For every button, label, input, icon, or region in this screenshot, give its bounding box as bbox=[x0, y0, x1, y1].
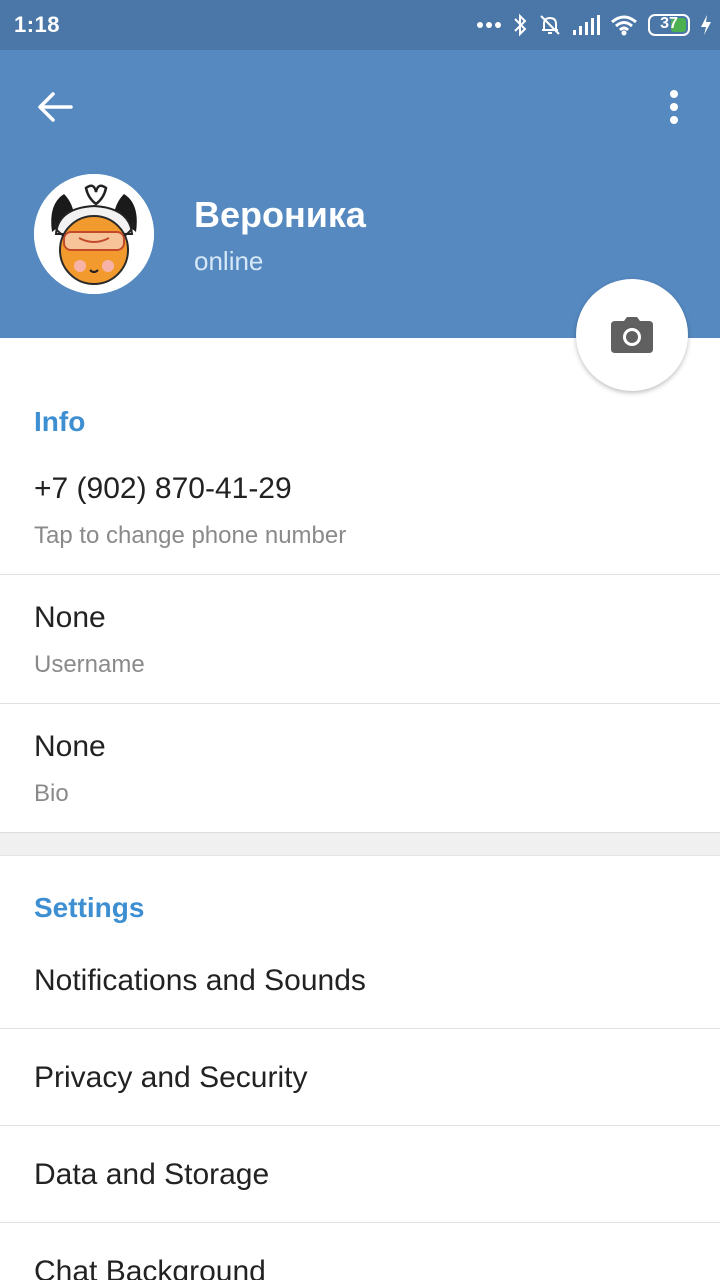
camera-icon bbox=[611, 317, 653, 353]
bio-row[interactable]: None Bio bbox=[0, 704, 720, 832]
more-dots-icon bbox=[477, 22, 501, 28]
settings-item-notifications[interactable]: Notifications and Sounds bbox=[0, 940, 720, 1028]
status-bar: 1:18 37 bbox=[0, 0, 720, 50]
phone-hint: Tap to change phone number bbox=[34, 522, 347, 549]
settings-item-label: Chat Background bbox=[34, 1255, 266, 1280]
settings-item-data-storage[interactable]: Data and Storage bbox=[0, 1126, 720, 1222]
charging-icon bbox=[701, 15, 711, 35]
settings-item-privacy[interactable]: Privacy and Security bbox=[0, 1029, 720, 1125]
battery-icon: 37 bbox=[648, 14, 690, 36]
info-section-title: Info bbox=[34, 406, 86, 437]
phone-row[interactable]: +7 (902) 870-41-29 Tap to change phone n… bbox=[0, 460, 720, 574]
bluetooth-icon bbox=[514, 13, 527, 37]
bio-label: Bio bbox=[34, 780, 69, 807]
avatar[interactable] bbox=[34, 174, 154, 294]
wifi-icon bbox=[611, 15, 637, 36]
settings-item-label: Privacy and Security bbox=[34, 1061, 308, 1094]
username-row[interactable]: None Username bbox=[0, 575, 720, 703]
more-vert-icon bbox=[670, 90, 678, 124]
settings-item-chat-background[interactable]: Chat Background bbox=[0, 1223, 720, 1280]
status-icons: 37 bbox=[476, 10, 712, 40]
battery-level-text: 37 bbox=[660, 15, 678, 32]
settings-item-label: Notifications and Sounds bbox=[34, 964, 366, 997]
section-separator bbox=[0, 832, 720, 856]
settings-section-title: Settings bbox=[34, 892, 145, 923]
username-label: Username bbox=[34, 651, 145, 678]
username-value: None bbox=[34, 601, 106, 634]
mute-bell-icon bbox=[540, 15, 560, 35]
profile-name: Вероника bbox=[194, 194, 366, 235]
set-photo-button[interactable] bbox=[576, 279, 688, 391]
bio-value: None bbox=[34, 730, 106, 763]
profile-status: online bbox=[194, 246, 264, 276]
arrow-back-icon bbox=[38, 92, 73, 122]
signal-icon bbox=[573, 15, 600, 35]
more-options-button[interactable] bbox=[654, 84, 694, 130]
phone-number: +7 (902) 870-41-29 bbox=[34, 472, 292, 505]
back-button[interactable] bbox=[30, 84, 80, 130]
settings-item-label: Data and Storage bbox=[34, 1158, 270, 1191]
status-time: 1:18 bbox=[14, 12, 61, 37]
avatar-image bbox=[34, 174, 154, 294]
